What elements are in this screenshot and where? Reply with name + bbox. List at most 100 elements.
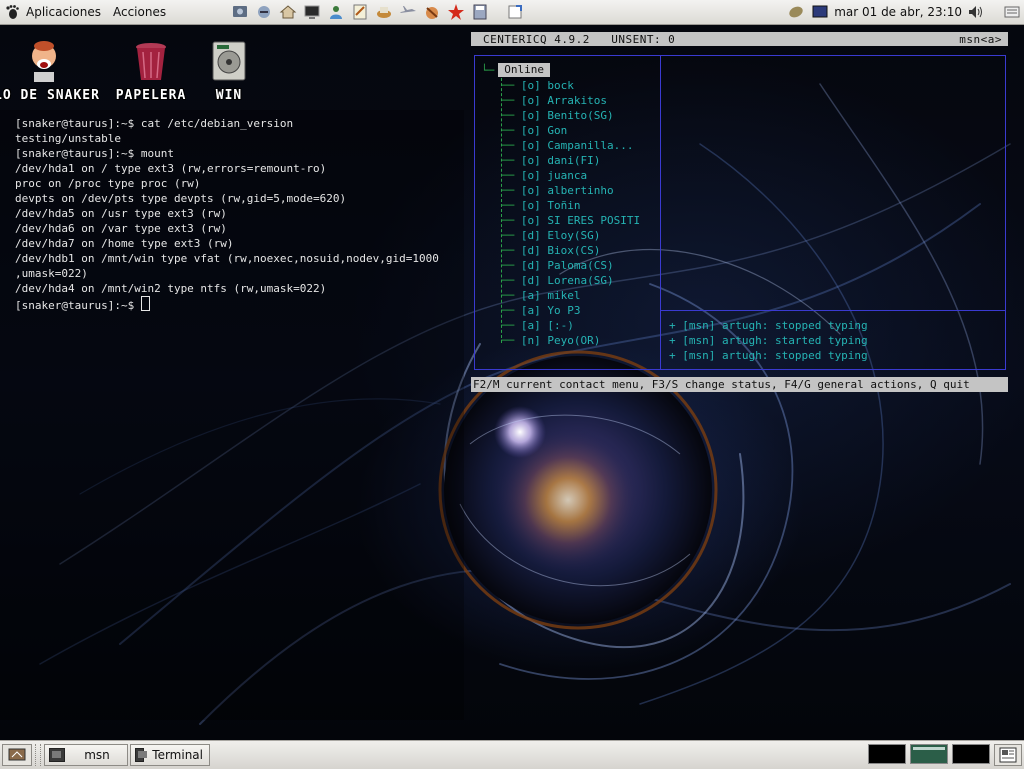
- contact-item[interactable]: ── [o] dani(FI): [501, 153, 600, 168]
- contact-status: [o]: [520, 169, 541, 182]
- contact-status: [d]: [520, 229, 541, 242]
- contact-status: [n]: [520, 334, 541, 347]
- terminal-launcher-icon[interactable]: [229, 2, 251, 22]
- shell-icon[interactable]: [253, 2, 275, 22]
- centericq-status-bar: F2/M current contact menu, F3/S change s…: [471, 377, 1008, 392]
- contact-item[interactable]: ── [d] Paloma(CS): [501, 258, 614, 273]
- tree-branch: ──: [501, 304, 521, 317]
- terminal-output: [snaker@taurus]:~$ cat /etc/debian_versi…: [0, 110, 464, 313]
- contact-name: Benito(SG): [547, 109, 614, 122]
- task-label: msn: [84, 748, 110, 762]
- contact-group-online[interactable]: └─ Online: [481, 63, 550, 77]
- contact-item[interactable]: ── [a] Yo P3: [501, 303, 581, 318]
- contact-name: juanca: [547, 169, 588, 182]
- event-line: + [msn] artugh: started typing: [669, 334, 868, 347]
- contact-name: SI ERES POSITI: [547, 214, 641, 227]
- contact-item[interactable]: ── [d] Lorena(SG): [501, 273, 614, 288]
- home-icon[interactable]: [277, 2, 299, 22]
- star-icon[interactable]: [445, 2, 467, 22]
- contact-item[interactable]: ── [o] bock: [501, 78, 574, 93]
- terminal-prompt[interactable]: [snaker@taurus]:~$: [15, 299, 141, 312]
- volume-icon[interactable]: [966, 2, 986, 22]
- window-list-icon: [999, 747, 1017, 763]
- tree-branch: ──: [501, 79, 521, 92]
- workspace-3[interactable]: [952, 744, 990, 764]
- gnome-foot-icon: [4, 4, 20, 20]
- tree-branch: ──: [501, 229, 521, 242]
- blanket-icon[interactable]: [786, 2, 806, 22]
- contact-item[interactable]: ── [o] Toñin: [501, 198, 581, 213]
- dropzone-icon[interactable]: [504, 2, 526, 22]
- tree-branch: ──: [501, 109, 521, 122]
- workspace-1[interactable]: [868, 744, 906, 764]
- tree-branch: ──: [501, 259, 521, 272]
- tree-branch: ──: [501, 154, 521, 167]
- contact-name: bock: [547, 79, 574, 92]
- contact-status: [o]: [520, 184, 541, 197]
- contact-item[interactable]: ── [o] Gon: [501, 123, 567, 138]
- contact-name: Eloy(SG): [547, 229, 601, 242]
- panel-handle[interactable]: [35, 744, 41, 766]
- show-desktop-button[interactable]: [2, 744, 32, 766]
- contact-item[interactable]: ── [n] Peyo(OR): [501, 333, 600, 348]
- disk-icon[interactable]: [469, 2, 491, 22]
- desktop-icon-home[interactable]: LO DE SNAKER: [0, 40, 99, 103]
- contact-item[interactable]: ── [o] Campanilla...: [501, 138, 633, 153]
- contact-status: [o]: [520, 199, 541, 212]
- contact-name: Toñin: [547, 199, 581, 212]
- workspace-2[interactable]: [910, 744, 948, 764]
- centericq-window[interactable]: CENTERICQ 4.9.2 UNSENT: 0 msn<a> └─ Onli…: [464, 30, 1016, 395]
- top-panel: Aplicaciones Acciones mar 01 de abr, 23:…: [0, 0, 1024, 25]
- monitor-icon[interactable]: [301, 2, 323, 22]
- contact-name: Arrakitos: [547, 94, 607, 107]
- event-line: + [msn] artugh: stopped typing: [669, 319, 868, 332]
- contact-item[interactable]: ── [d] Biox(CS): [501, 243, 600, 258]
- plane-icon[interactable]: [397, 2, 419, 22]
- tree-branch: ──: [501, 94, 521, 107]
- contact-item[interactable]: ── [a] mikel: [501, 288, 581, 303]
- contact-item[interactable]: ── [o] albertinho: [501, 183, 614, 198]
- status-bar-text: F2/M current contact menu, F3/S change s…: [473, 378, 970, 391]
- tree-branch: ──: [501, 184, 521, 197]
- drive-icon: [209, 40, 249, 84]
- terminal-window[interactable]: [snaker@taurus]:~$ cat /etc/debian_versi…: [0, 110, 464, 720]
- tree-branch: ──: [501, 199, 521, 212]
- contact-item[interactable]: ── [d] Eloy(SG): [501, 228, 600, 243]
- display-settings-icon[interactable]: [810, 2, 830, 22]
- mail-icon[interactable]: [373, 2, 395, 22]
- contact-item[interactable]: ── [o] Arrakitos: [501, 93, 607, 108]
- taskbar-button-terminal[interactable]: Terminal: [130, 744, 210, 766]
- clock[interactable]: mar 01 de abr, 23:10: [834, 5, 962, 19]
- terminal-line: proc on /proc type proc (rw): [15, 177, 201, 190]
- applications-menu-label: Aplicaciones: [26, 5, 101, 19]
- contact-item[interactable]: ── [o] Benito(SG): [501, 108, 614, 123]
- desktop-icon-win[interactable]: WIN: [179, 40, 279, 103]
- pane-divider-vertical: [660, 56, 661, 369]
- contact-status: [o]: [520, 124, 541, 137]
- keyboard-indicator-icon[interactable]: [1002, 2, 1022, 22]
- taskbar-button-msn[interactable]: msn: [44, 744, 128, 766]
- applications-menu[interactable]: Aplicaciones: [0, 0, 107, 24]
- tree-branch: ──: [501, 124, 521, 137]
- editor-icon[interactable]: [349, 2, 371, 22]
- actions-menu[interactable]: Acciones: [107, 0, 172, 24]
- terminal-line: [snaker@taurus]:~$ cat /etc/debian_versi…: [15, 117, 294, 130]
- centericq-title-bar: CENTERICQ 4.9.2 UNSENT: 0 msn<a>: [471, 32, 1008, 46]
- contact-item[interactable]: ── [a] [:-): [501, 318, 574, 333]
- contact-status: [d]: [520, 274, 541, 287]
- home-folder-icon: [24, 40, 64, 84]
- contact-name: Paloma(CS): [547, 259, 614, 272]
- terminal-line: ,umask=022): [15, 267, 88, 280]
- terminal-window-icon: [49, 748, 65, 762]
- tools-icon[interactable]: [421, 2, 443, 22]
- contact-item[interactable]: ── [o] juanca: [501, 168, 587, 183]
- user-icon[interactable]: [325, 2, 347, 22]
- contact-name: dani(FI): [547, 154, 601, 167]
- centericq-frame: └─ Online ── [o] bock ── [o] Arrakitos ── …: [474, 55, 1006, 370]
- tree-branch: ──: [501, 214, 521, 227]
- contact-item[interactable]: ── [o] SI ERES POSITI: [501, 213, 640, 228]
- trash-icon: [131, 40, 171, 84]
- terminal-window-icon: [135, 748, 148, 762]
- tree-branch: ──: [501, 319, 521, 332]
- window-list-button[interactable]: [994, 744, 1022, 766]
